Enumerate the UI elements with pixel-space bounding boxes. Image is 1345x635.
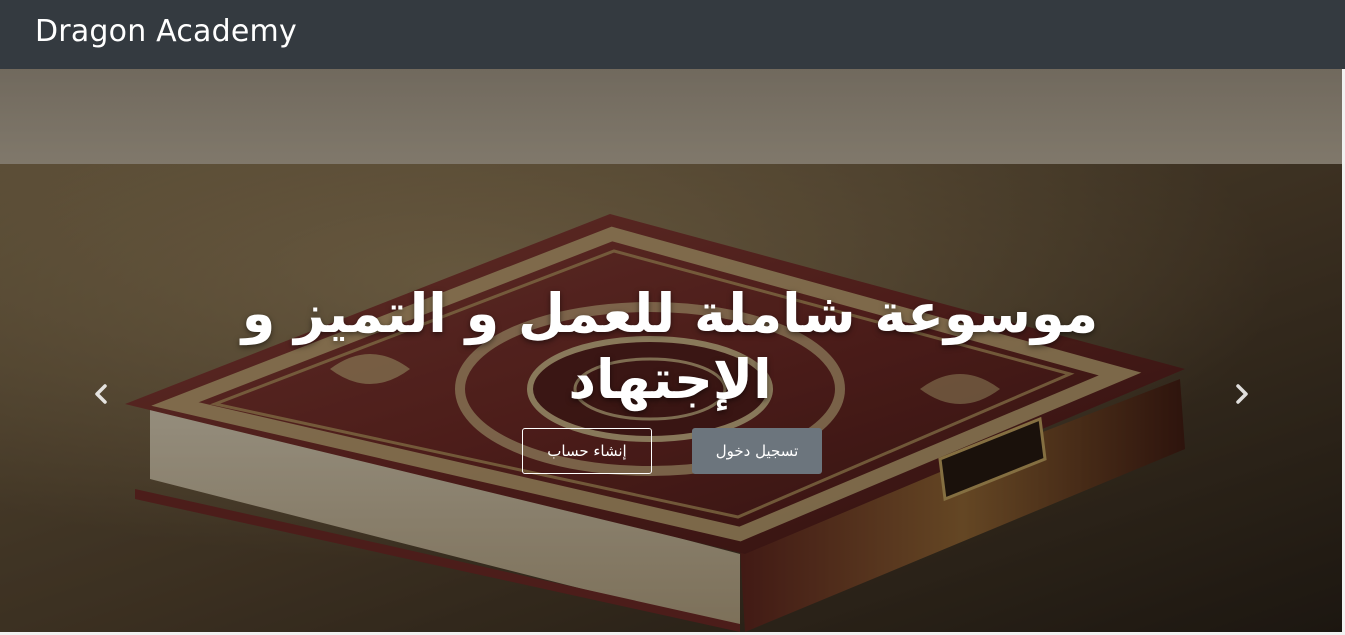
hero-headline: موسوعة شاملة للعمل و التميز و الإجتهاد	[241, 282, 1099, 411]
login-button[interactable]: تسجيل دخول	[692, 428, 822, 474]
carousel-next-button[interactable]	[1227, 374, 1257, 414]
hero-carousel: موسوعة شاملة للعمل و التميز و الإجتهاد إ…	[0, 69, 1342, 632]
carousel-prev-button[interactable]	[86, 374, 116, 414]
register-button[interactable]: إنشاء حساب	[522, 428, 652, 474]
chevron-right-icon	[1236, 384, 1248, 404]
chevron-left-icon	[95, 384, 107, 404]
top-navbar: Dragon Academy	[0, 0, 1345, 69]
brand-logo-link[interactable]: Dragon Academy	[35, 13, 297, 51]
